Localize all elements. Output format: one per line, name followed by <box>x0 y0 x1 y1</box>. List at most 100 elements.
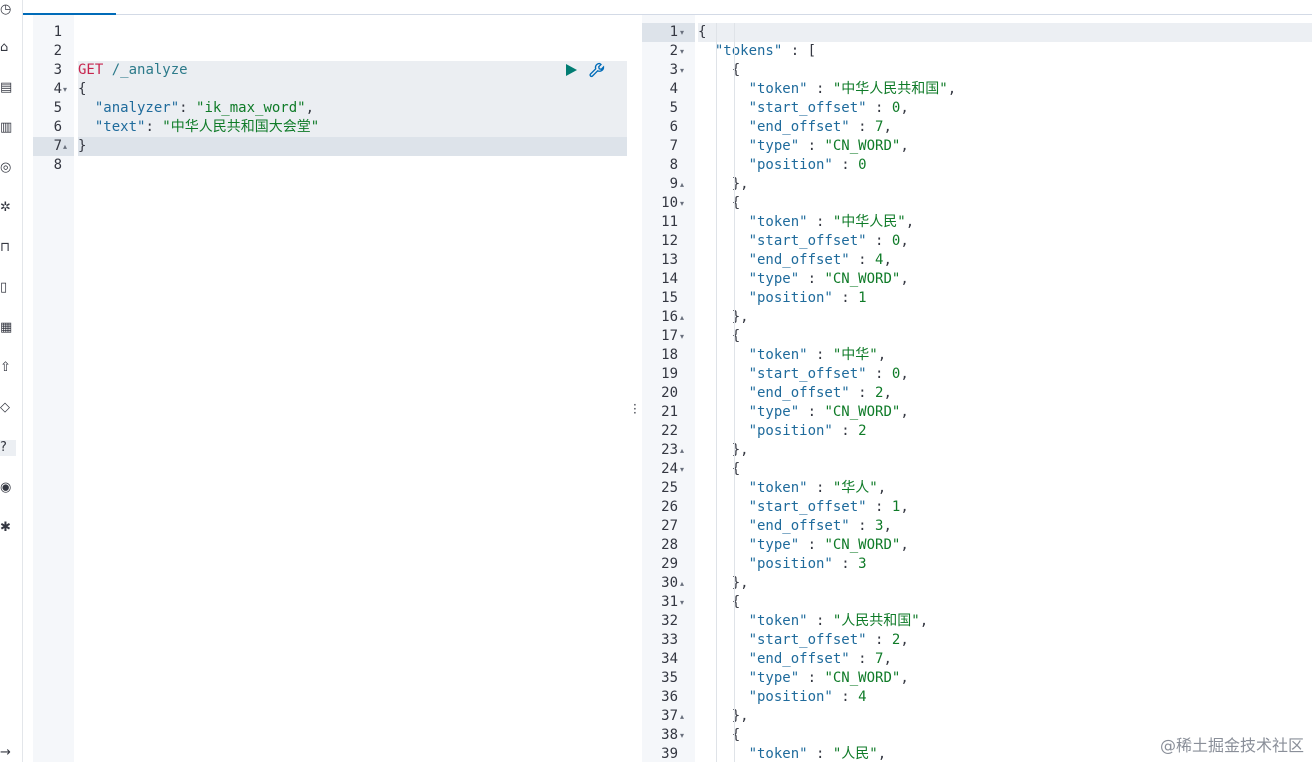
code-line[interactable]: 6 ​ "end_offset" : 7, <box>642 118 1312 137</box>
building-icon[interactable]: ▥ <box>0 120 12 136</box>
fold-open-icon[interactable]: ▾ <box>680 460 688 479</box>
code-line[interactable]: 2​ <box>33 42 627 61</box>
code-line[interactable]: 3▾ ​ { <box>642 61 1312 80</box>
code-line[interactable]: 23▴ ​ }, <box>642 441 1312 460</box>
line-code: ​} <box>78 137 627 156</box>
code-line[interactable]: 28 ​ "type" : "CN_WORD", <box>642 536 1312 555</box>
line-code: ​ { <box>698 327 1312 346</box>
user-icon[interactable]: ◎ <box>0 160 12 176</box>
code-line[interactable]: 4▾ ​{ <box>33 80 627 99</box>
fold-open-icon[interactable]: ▾ <box>680 327 688 346</box>
code-line[interactable]: 30▴ ​ }, <box>642 574 1312 593</box>
fold-close-icon[interactable]: ▴ <box>680 175 688 194</box>
code-line[interactable]: 24▾ ​ { <box>642 460 1312 479</box>
code-token-key: "position" <box>698 689 833 705</box>
line-number: 5 <box>53 100 62 116</box>
code-line[interactable]: 5 ​ "analyzer": "ik_max_word", <box>33 99 627 118</box>
code-token-key: "position" <box>698 423 833 439</box>
request-lines[interactable]: 1​2​3​GET /_analyze4▾​{5​ "analyzer": "i… <box>33 23 627 175</box>
shield-icon[interactable]: ◇ <box>0 400 12 416</box>
code-token-key: "analyzer" <box>78 100 180 116</box>
code-line[interactable]: 18 ​ "token" : "中华", <box>642 346 1312 365</box>
code-line[interactable]: 6 ​ "text": "中华人民共和国大会堂" <box>33 118 627 137</box>
code-line[interactable]: 11 ​ "token" : "中华人民", <box>642 213 1312 232</box>
fold-open-icon[interactable]: ▾ <box>680 194 688 213</box>
request-editor[interactable]: 1​2​3​GET /_analyze4▾​{5​ "analyzer": "i… <box>33 15 627 762</box>
code-line[interactable]: 7▴ ​} <box>33 137 627 156</box>
code-line[interactable]: 29 ​ "position" : 3 <box>642 555 1312 574</box>
code-line[interactable]: 36 ​ "position" : 4 <box>642 688 1312 707</box>
code-line[interactable]: 8 ​ "position" : 0 <box>642 156 1312 175</box>
code-line[interactable]: 5 ​ "start_offset" : 0, <box>642 99 1312 118</box>
line-number: 37 <box>661 708 678 724</box>
settings-icon[interactable]: ✲ <box>0 200 12 216</box>
code-line[interactable]: 19 ​ "start_offset" : 0, <box>642 365 1312 384</box>
code-line[interactable]: 34 ​ "end_offset" : 7, <box>642 650 1312 669</box>
fold-open-icon[interactable]: ▾ <box>680 726 688 745</box>
wrench-icon[interactable] <box>589 62 605 78</box>
line-code: ​ "token" : "人民共和国", <box>698 612 1312 631</box>
fold-close-icon[interactable]: ▴ <box>680 707 688 726</box>
panel-resizer[interactable]: · · · <box>628 15 641 762</box>
response-lines[interactable]: 1▾​{2▾​ "tokens" : [3▾​ {4​ "token" : "中… <box>642 23 1312 762</box>
code-token-punct: : <box>866 233 892 249</box>
code-token-str: "中华人民共和国大会堂" <box>162 119 320 135</box>
code-line[interactable]: 20 ​ "end_offset" : 2, <box>642 384 1312 403</box>
fold-close-icon[interactable]: ▴ <box>680 308 688 327</box>
code-line[interactable]: 13 ​ "end_offset" : 4, <box>642 251 1312 270</box>
code-line[interactable]: 12 ​ "start_offset" : 0, <box>642 232 1312 251</box>
line-code: ​ { <box>698 460 1312 479</box>
fold-open-icon[interactable]: ▾ <box>63 80 71 99</box>
code-line[interactable]: 2▾ ​ "tokens" : [ <box>642 42 1312 61</box>
fold-close-icon[interactable]: ▴ <box>680 441 688 460</box>
gear-icon[interactable]: ✱ <box>0 520 12 536</box>
code-line[interactable]: 32 ​ "token" : "人民共和国", <box>642 612 1312 631</box>
fold-close-icon[interactable]: ▴ <box>680 574 688 593</box>
code-line[interactable]: 10▾ ​ { <box>642 194 1312 213</box>
code-line[interactable]: 31▾ ​ { <box>642 593 1312 612</box>
code-line[interactable]: 25 ​ "token" : "华人", <box>642 479 1312 498</box>
code-line[interactable]: 1​ <box>33 23 627 42</box>
clock-icon[interactable]: ◷ <box>0 2 12 18</box>
code-line[interactable]: 4 ​ "token" : "中华人民共和国", <box>642 80 1312 99</box>
code-line[interactable]: 22 ​ "position" : 2 <box>642 422 1312 441</box>
code-line[interactable]: 17▾ ​ { <box>642 327 1312 346</box>
code-line[interactable]: 7 ​ "type" : "CN_WORD", <box>642 137 1312 156</box>
line-code: ​ }, <box>698 175 1312 194</box>
run-request-button[interactable] <box>563 62 579 78</box>
drag-handle-icon[interactable]: · · · <box>633 399 637 419</box>
code-token-key: "tokens" <box>698 43 783 59</box>
arrow-icon[interactable]: → <box>0 745 12 761</box>
graph-icon[interactable]: ◉ <box>0 480 12 496</box>
fold-close-icon[interactable]: ▴ <box>63 137 71 156</box>
code-line[interactable]: 9▴ ​ }, <box>642 175 1312 194</box>
code-token-punct: }, <box>698 442 749 458</box>
code-line[interactable]: 16▴ ​ }, <box>642 308 1312 327</box>
fold-open-icon[interactable]: ▾ <box>680 42 688 61</box>
response-viewer[interactable]: 1▾​{2▾​ "tokens" : [3▾​ {4​ "token" : "中… <box>642 15 1312 762</box>
code-line[interactable]: 37▴ ​ }, <box>642 707 1312 726</box>
code-line[interactable]: 1▾ ​{ <box>642 23 1312 42</box>
code-line[interactable]: 26 ​ "start_offset" : 1, <box>642 498 1312 517</box>
dashboard-icon[interactable]: ▤ <box>0 80 12 96</box>
grid-icon[interactable]: ▦ <box>0 320 12 336</box>
fold-open-icon[interactable]: ▾ <box>680 593 688 612</box>
code-line[interactable]: 14 ​ "type" : "CN_WORD", <box>642 270 1312 289</box>
line-code: ​ "start_offset" : 0, <box>698 232 1312 251</box>
code-token-punct: : <box>866 499 892 515</box>
code-line[interactable]: 8​ <box>33 156 627 175</box>
code-line[interactable]: 3 ​GET /_analyze <box>33 61 627 80</box>
fold-open-icon[interactable]: ▾ <box>680 61 688 80</box>
code-line[interactable]: 33 ​ "start_offset" : 2, <box>642 631 1312 650</box>
lock-icon[interactable]: ⊓ <box>0 240 12 256</box>
code-line[interactable]: 27 ​ "end_offset" : 3, <box>642 517 1312 536</box>
fold-open-icon[interactable]: ▾ <box>680 23 688 42</box>
code-line[interactable]: 21 ​ "type" : "CN_WORD", <box>642 403 1312 422</box>
home-icon[interactable]: ⌂ <box>0 40 12 56</box>
help-icon[interactable]: ? <box>0 440 16 456</box>
code-token-punct: , <box>900 233 909 249</box>
code-line[interactable]: 15 ​ "position" : 1 <box>642 289 1312 308</box>
document-icon[interactable]: ▯ <box>0 280 12 296</box>
upload-icon[interactable]: ⇧ <box>0 360 12 376</box>
code-line[interactable]: 35 ​ "type" : "CN_WORD", <box>642 669 1312 688</box>
